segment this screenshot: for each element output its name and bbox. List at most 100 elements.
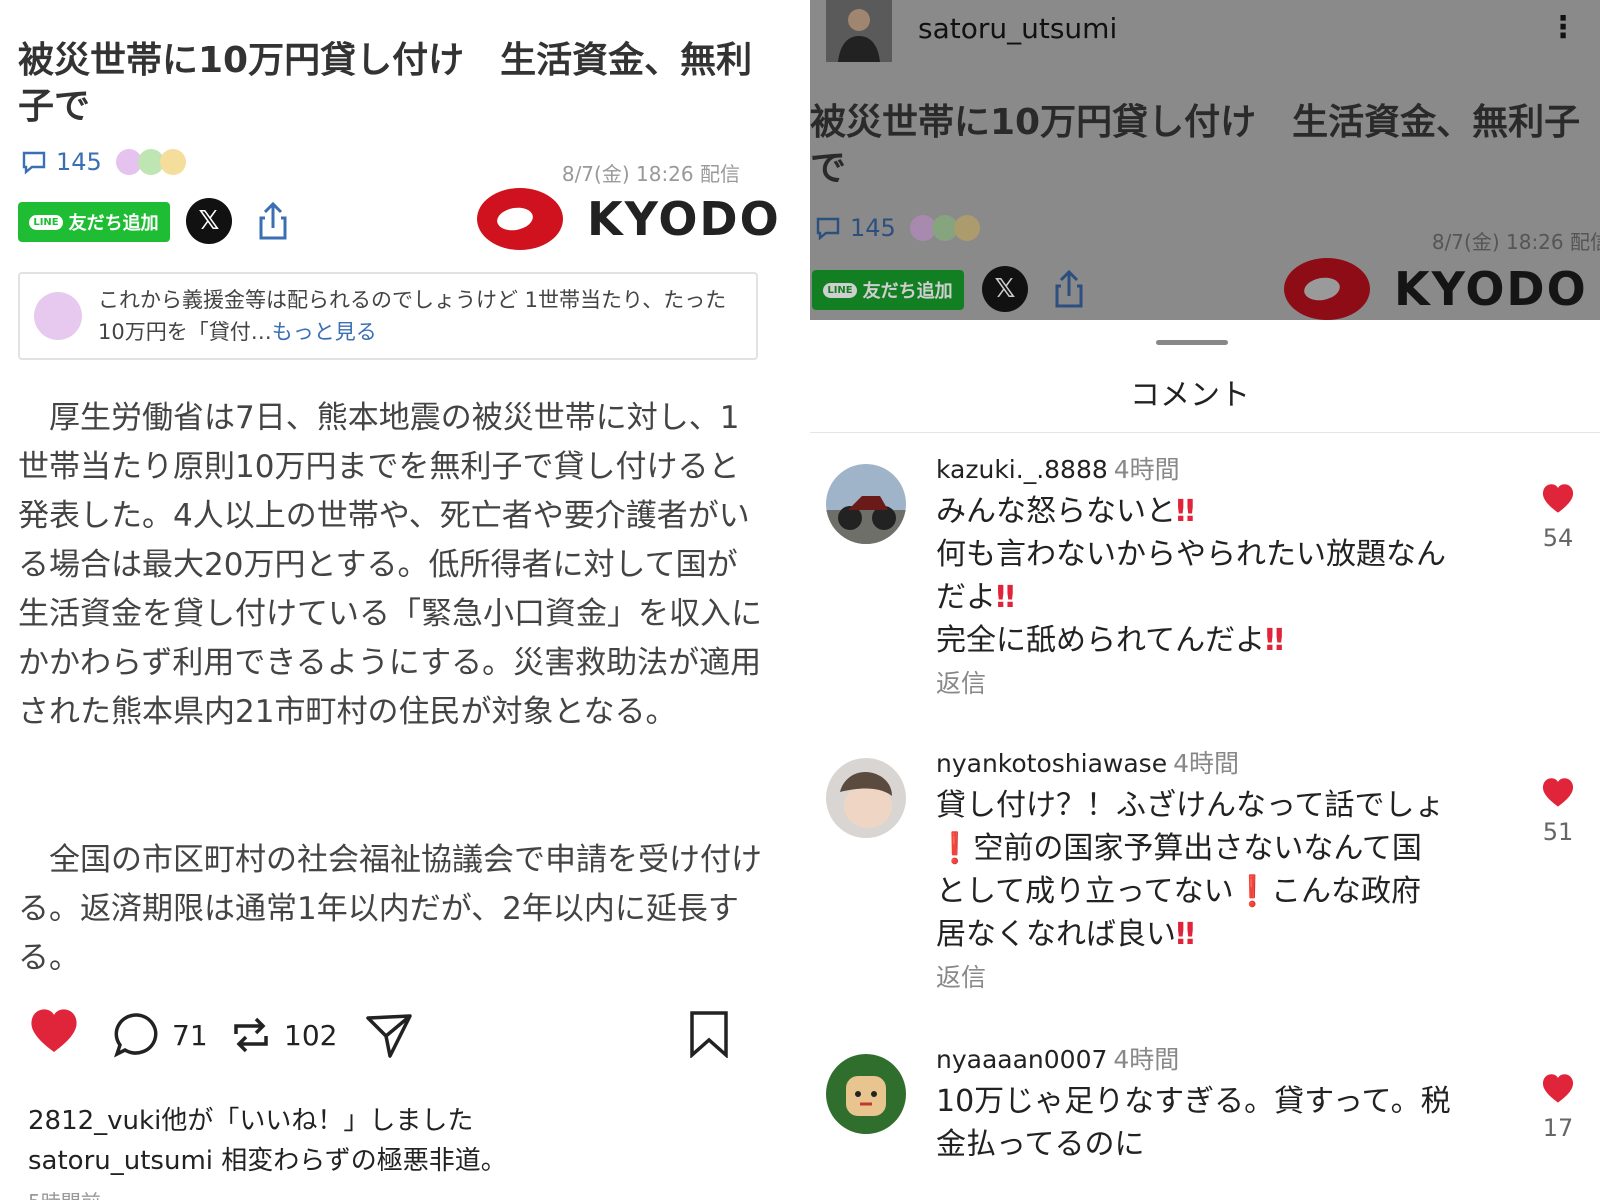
reaction-face-icon	[159, 149, 186, 175]
x-share-button-dimmed: 𝕏	[982, 266, 1028, 312]
sheet-drag-handle[interactable]	[1156, 340, 1228, 345]
article-screenshot-panel: 被災世帯に10万円貸し付け 生活資金、無利子で 145 8/7(金) 18:26…	[0, 0, 780, 1200]
x-share-button[interactable]: 𝕏	[186, 198, 232, 244]
exclamation-icon: ‼	[996, 580, 1015, 615]
avatar[interactable]	[826, 464, 906, 544]
comment-user-name: kazuki._.8888	[936, 455, 1108, 484]
caption-username[interactable]: satoru_utsumi	[28, 1146, 213, 1176]
exclamation-icon: ❗	[1233, 874, 1271, 909]
line-add-friend-button-dimmed: LINE 友だち追加	[812, 270, 964, 310]
article-date-dimmed: 8/7(金) 18:26 配信	[1431, 230, 1600, 254]
heart-icon[interactable]	[1540, 1072, 1576, 1104]
comment-line: 居なくなれば良い	[936, 917, 1176, 952]
heart-icon	[31, 1009, 77, 1052]
share-icon	[1055, 269, 1083, 308]
comment-line: 何も言わないからやられたい放題なん	[936, 537, 1446, 572]
bookmark-button[interactable]	[688, 1010, 730, 1058]
comment-line: 空前の国家予算出さないなんて国	[973, 831, 1422, 866]
line-add-friend-button[interactable]: LINE 友だち追加	[18, 202, 170, 242]
share-icon[interactable]	[250, 198, 296, 244]
comment-line: 完全に舐められてんだよ	[936, 623, 1266, 658]
comment-line: 10万じゃ足りなすぎる。貸すって。税	[936, 1084, 1451, 1119]
publisher-name: KYODO	[587, 192, 780, 246]
comment-line: みんな怒らないと	[936, 494, 1176, 529]
line-icon: LINE	[29, 214, 63, 230]
avatar-image	[826, 0, 892, 62]
send-icon	[366, 1014, 412, 1058]
article-meta-dimmed: 145	[814, 214, 980, 242]
comment-line: だよ	[936, 580, 996, 615]
caption-text: 相変わらずの極悪非道。	[221, 1146, 507, 1176]
post-time: 5時間前	[28, 1186, 101, 1200]
article-title-dimmed: 被災世帯に10万円貸し付け 生活資金、無利子で	[810, 102, 1581, 189]
article-title: 被災世帯に10万円貸し付け 生活資金、無利子で	[18, 40, 753, 127]
avatar[interactable]	[826, 0, 892, 62]
publisher-name: KYODO	[1394, 262, 1588, 316]
kyodo-logo: KYODO	[475, 186, 780, 252]
repost-count: 102	[284, 1018, 338, 1052]
line-button-label: 友だち追加	[68, 213, 159, 234]
bookmark-icon	[690, 1011, 728, 1058]
avatar[interactable]	[826, 758, 906, 838]
avatar-image	[826, 464, 906, 544]
heart-icon[interactable]	[1540, 482, 1576, 514]
comment-text: みんな怒らないと‼ 何も言わないからやられたい放題なん だよ‼ 完全に舐められて…	[936, 490, 1476, 705]
article-meta: 145	[20, 148, 186, 176]
reply-link[interactable]: 返信	[936, 662, 1476, 705]
line-button-label: 友だち追加	[862, 281, 953, 302]
top-comment-text: これから義援金等は配られるのでしょうけど 1世帯当たり、たった10万円を「貸付……	[98, 284, 738, 348]
x-logo-icon: 𝕏	[994, 274, 1016, 304]
more-options-icon[interactable]: ⋮	[1548, 10, 1578, 45]
comment-username[interactable]: kazuki._.8888 4時間	[936, 450, 1180, 486]
send-button[interactable]	[364, 1010, 414, 1060]
comment-user-name: nyaaaan0007	[936, 1045, 1108, 1074]
kyodo-logo-mark	[477, 188, 563, 250]
reaction-faces	[909, 215, 980, 241]
comment-text: 貸し付け？！ふざけんなって話でしょ ❗空前の国家予算出さないなんて国 として成り…	[936, 784, 1476, 999]
comment-time: 4時間	[1173, 749, 1239, 778]
x-logo-icon: 𝕏	[198, 206, 220, 236]
likes-summary[interactable]: 2812_vuki他が「いいね！」しました	[28, 1100, 473, 1137]
article-body-paragraph: 全国の市区町村の社会福祉協議会で申請を受け付ける。返済期限は通常1年以内だが、2…	[18, 842, 762, 976]
comment-username[interactable]: nyaaaan0007 4時間	[936, 1040, 1179, 1076]
article-body-paragraph: 厚生労働省は7日、熊本地震の被災世帯に対し、1世帯当たり原則10万円までを無利子…	[18, 400, 762, 730]
see-more-link[interactable]: もっと見る	[272, 320, 377, 344]
kyodo-logo-mark	[1284, 258, 1370, 320]
post-username[interactable]: satoru_utsumi	[918, 12, 1117, 45]
comment-like-count: 17	[1542, 1114, 1574, 1142]
heart-icon[interactable]	[1540, 776, 1576, 808]
dimmed-post-header: satoru_utsumi ⋮ 被災世帯に10万円貸し付け 生活資金、無利子で …	[810, 0, 1600, 320]
exclamation-icon: ‼	[1265, 623, 1284, 658]
comment-time: 4時間	[1113, 455, 1180, 484]
divider	[810, 432, 1600, 433]
panel-divider	[780, 0, 810, 1200]
reaction-face-icon	[953, 215, 980, 241]
comment-line: として成り立ってない	[936, 874, 1234, 909]
post-caption: satoru_utsumi 相変わらずの極悪非道。	[28, 1140, 507, 1177]
repost-button[interactable]: 102	[228, 1010, 337, 1060]
avatar[interactable]	[826, 1054, 906, 1134]
exclamation-icon: ❗	[936, 831, 974, 866]
reply-count: 71	[172, 1018, 208, 1052]
reply-link[interactable]: 返信	[936, 956, 1476, 999]
post-action-bar: 71 102	[28, 1009, 748, 1070]
comment-line: 金払ってるのに	[936, 1127, 1145, 1162]
sheet-title: コメント	[1130, 378, 1250, 413]
comment-line: 貸し付け？！ふざけんなって話でしょ	[936, 788, 1445, 823]
avatar-image	[826, 758, 906, 838]
comment-count: 145	[850, 214, 896, 242]
article-date: 8/7(金) 18:26 配信	[561, 162, 740, 186]
comment-username[interactable]: nyankotoshiawase 4時間	[936, 744, 1239, 780]
reaction-face-icon	[34, 292, 82, 340]
reply-icon	[114, 1013, 158, 1058]
exclamation-icon: ‼	[1176, 917, 1195, 952]
comments-sheet: コメント kazuki._.8888 4時間 みんな怒らないと‼ 何も言わないから…	[810, 320, 1600, 1200]
repost-icon	[234, 1017, 268, 1053]
like-button[interactable]	[28, 1006, 80, 1054]
reply-button[interactable]: 71	[112, 1010, 208, 1060]
comment-icon[interactable]	[20, 148, 48, 176]
comments-screenshot-panel: satoru_utsumi ⋮ 被災世帯に10万円貸し付け 生活資金、無利子で …	[810, 0, 1600, 1200]
avatar-image	[826, 1054, 906, 1134]
top-comment-box[interactable]: これから義援金等は配られるのでしょうけど 1世帯当たり、たった10万円を「貸付……	[18, 272, 758, 360]
kyodo-logo: KYODO	[1282, 256, 1588, 320]
